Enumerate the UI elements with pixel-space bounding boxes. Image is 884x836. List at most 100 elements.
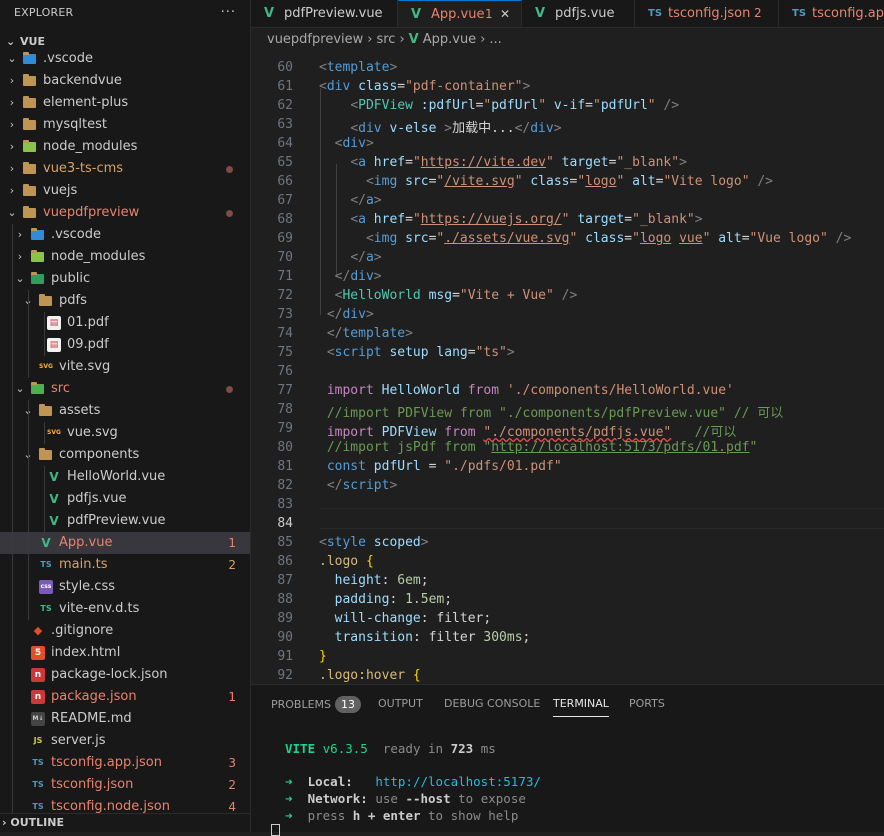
- code-line: padding: 1.5em;: [334, 592, 453, 607]
- breadcrumb-item[interactable]: App.vue: [423, 32, 476, 47]
- tree-folder[interactable]: ⌄ public: [0, 268, 250, 290]
- tree-folder[interactable]: ⌄components: [0, 444, 250, 466]
- folder-icon: [31, 250, 44, 262]
- tab-problems[interactable]: PROBLEMS 13: [271, 696, 362, 716]
- chevron-right-icon: ›: [480, 32, 486, 47]
- line-number: 90: [277, 630, 293, 645]
- local-url-link[interactable]: http://localhost:5173/: [375, 774, 541, 789]
- tree-folder[interactable]: › node_modules: [0, 246, 250, 268]
- outline-section-header[interactable]: › OUTLINE: [0, 813, 250, 832]
- tab-tsconfig-json[interactable]: TS tsconfig.json 2: [635, 0, 779, 27]
- bottom-panel: PROBLEMS 13 OUTPUT DEBUG CONSOLE TERMINAL…: [251, 684, 884, 836]
- tab-output[interactable]: OUTPUT: [378, 696, 423, 716]
- line-number: 92: [277, 668, 293, 683]
- help-text: to show help: [428, 808, 519, 823]
- code-line: //import PDFView from "./components/pdfP…: [326, 406, 784, 421]
- tree-file[interactable]: V HelloWorld.vue: [0, 466, 250, 488]
- tree-folder[interactable]: ⌄assets: [0, 400, 250, 422]
- vue-file-icon: V: [408, 32, 419, 47]
- chevron-right-icon: ›: [9, 118, 15, 131]
- tree-file[interactable]: JS server.js: [0, 730, 250, 752]
- tree-file[interactable]: 5 index.html: [0, 642, 250, 664]
- tree-item-label: vuejs: [43, 183, 78, 198]
- tree-file[interactable]: ◆ .gitignore: [0, 620, 250, 642]
- code-editor[interactable]: 60 61 62 63 64 65 66 67 68 69 70 71 72 73 74 75 76 77 78 79…: [251, 52, 884, 684]
- tree-folder[interactable]: › vue3-ts-cms: [0, 158, 250, 180]
- chevron-right-icon: ›: [9, 74, 15, 87]
- typescript-file-icon: TS: [648, 8, 663, 19]
- tree-file[interactable]: n package-lock.json: [0, 664, 250, 686]
- tree-item-label: backendvue: [43, 73, 122, 88]
- indent-guide: [28, 290, 29, 378]
- tab-app-vue[interactable]: V App.vue 1 ✕: [398, 0, 522, 27]
- tab-tsconfig-app[interactable]: TS tsconfig.app.: [779, 0, 884, 27]
- indent-guide: [12, 224, 13, 820]
- folder-icon: [23, 74, 36, 86]
- tree-item-label: public: [51, 271, 91, 286]
- tree-file[interactable]: n package.json 1: [0, 686, 250, 708]
- tree-folder[interactable]: › vuejs: [0, 180, 250, 202]
- pdf-file-icon: ▤: [47, 338, 61, 352]
- tree-folder[interactable]: ⌄pdfs: [0, 290, 250, 312]
- tree-item-label: vue.svg: [67, 425, 118, 440]
- markdown-file-icon: M↓: [31, 712, 45, 726]
- tree-file[interactable]: TS tsconfig.json 2: [0, 774, 250, 796]
- line-number: 81: [277, 459, 293, 474]
- npm-icon: n: [31, 690, 45, 704]
- tree-item-label: .vscode: [51, 227, 101, 242]
- code-line: import PDFView from "./components/pdfjs.…: [326, 425, 737, 440]
- tree-folder[interactable]: › backendvue: [0, 70, 250, 92]
- tree-file[interactable]: TS vite-env.d.ts: [0, 598, 250, 620]
- folder-icon: [23, 96, 36, 108]
- editor-tab-bar: VpdfPreview.vue V App.vue 1 ✕ Vpdfjs.vue TS tsc…: [251, 0, 884, 28]
- tree-file[interactable]: VpdfPreview.vue: [0, 510, 250, 532]
- tree-item-label: tsconfig.json: [51, 777, 134, 792]
- tree-folder[interactable]: › element-plus: [0, 92, 250, 114]
- outline-title: OUTLINE: [10, 816, 64, 829]
- tab-label: pdfjs.vue: [555, 6, 615, 21]
- chevron-right-icon: ›: [17, 250, 23, 263]
- line-number: 73: [277, 307, 293, 322]
- tree-file[interactable]: ▤ 01.pdf: [0, 312, 250, 334]
- breadcrumb-item[interactable]: vuepdfpreview: [267, 32, 363, 47]
- tree-folder[interactable]: › mysqltest: [0, 114, 250, 136]
- tree-file[interactable]: TS tsconfig.app.json 3: [0, 752, 250, 774]
- tree-file[interactable]: ▤ 09.pdf: [0, 334, 250, 356]
- tab-label: App.vue: [431, 7, 485, 22]
- code-line: //import jsPdf from "http://localhost:51…: [326, 440, 758, 455]
- tree-item-label: tsconfig.app.json: [51, 755, 162, 770]
- tree-item-label: server.js: [51, 733, 106, 748]
- tab-ports[interactable]: PORTS: [629, 696, 665, 716]
- tree-folder[interactable]: ⌄ src: [0, 378, 250, 400]
- tree-folder[interactable]: ⌄ vuepdfpreview: [0, 202, 250, 224]
- line-number: 70: [277, 250, 293, 265]
- tab-pdfpreview-vue[interactable]: VpdfPreview.vue: [251, 0, 398, 27]
- more-actions-icon[interactable]: ···: [221, 0, 236, 26]
- tree-folder[interactable]: ⌄ .vscode: [0, 48, 250, 70]
- modified-dot-icon: [226, 210, 233, 217]
- tab-terminal[interactable]: TERMINAL: [553, 696, 609, 717]
- line-number: 68: [277, 212, 293, 227]
- close-icon[interactable]: ✕: [500, 1, 510, 27]
- breadcrumb-item[interactable]: src: [376, 32, 395, 47]
- tree-file[interactable]: V App.vue 1: [0, 532, 250, 554]
- problems-count-badge: 13: [335, 696, 362, 713]
- breadcrumb-item[interactable]: ...: [489, 32, 501, 47]
- terminal-line-network: ➜ Network: use --host to expose: [285, 791, 526, 806]
- tab-debug-console[interactable]: DEBUG CONSOLE: [444, 696, 540, 716]
- tab-pdfjs-vue[interactable]: Vpdfjs.vue: [522, 0, 635, 27]
- tree-file[interactable]: SVG vite.svg: [0, 356, 250, 378]
- tree-folder[interactable]: › .vscode: [0, 224, 250, 246]
- tree-file[interactable]: css style.css: [0, 576, 250, 598]
- tree-file[interactable]: TS main.ts 2: [0, 554, 250, 576]
- tree-folder[interactable]: › node_modules: [0, 136, 250, 158]
- tree-file[interactable]: M↓ README.md: [0, 708, 250, 730]
- tree-item-label: mysqltest: [43, 117, 107, 132]
- chevron-down-icon: ⌄: [15, 272, 25, 285]
- tree-item-label: App.vue: [59, 535, 113, 550]
- tree-file[interactable]: Vpdfjs.vue: [0, 488, 250, 510]
- typescript-declaration-icon: TS: [40, 604, 52, 613]
- html-file-icon: 5: [31, 646, 45, 660]
- network-text: to expose: [458, 791, 526, 806]
- tree-file[interactable]: SVG vue.svg: [0, 422, 250, 444]
